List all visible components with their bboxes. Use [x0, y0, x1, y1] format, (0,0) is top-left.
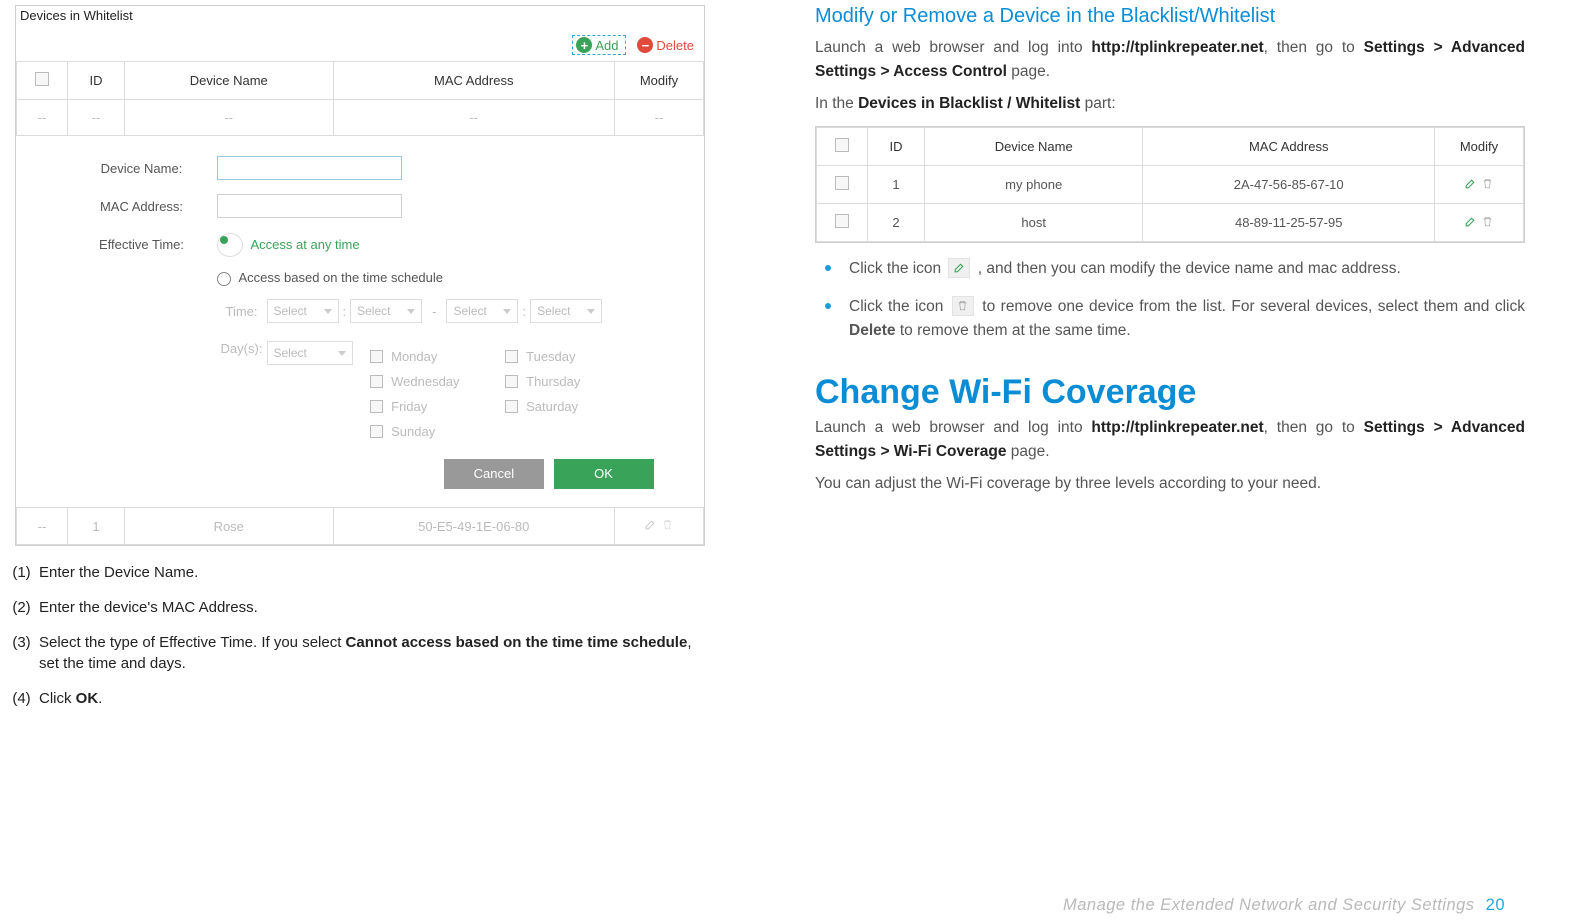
chk-tuesday[interactable] — [505, 350, 518, 363]
list-item: Click the icon , and then you can modify… — [849, 257, 1525, 281]
right-column: Modify or Remove a Device in the Blackli… — [815, 5, 1525, 915]
add-button[interactable]: + Add — [572, 35, 625, 55]
device-name-input[interactable] — [217, 156, 402, 180]
col-mac: MAC Address — [1143, 128, 1435, 166]
add-button-label: Add — [595, 38, 618, 53]
cancel-button[interactable]: Cancel — [444, 459, 544, 489]
step-4: Click OK. — [39, 688, 705, 709]
delete-button[interactable]: − Delete — [637, 37, 694, 53]
edit-icon[interactable] — [1464, 215, 1477, 228]
trash-icon — [952, 296, 974, 316]
trash-icon[interactable] — [1481, 177, 1494, 190]
whitelist-panel: Devices in Whitelist + Add − Delete ID D… — [15, 5, 705, 546]
table-row: 2 host 48-89-11-25-57-95 — [817, 204, 1524, 242]
device-list-table: ID Device Name MAC Address Modify 1 my p… — [816, 127, 1524, 242]
mac-address-label: MAC Address: — [67, 199, 217, 214]
chk-monday[interactable] — [370, 350, 383, 363]
chk-saturday[interactable] — [505, 400, 518, 413]
section-heading: Change Wi-Fi Coverage — [815, 373, 1525, 412]
ok-button[interactable]: OK — [554, 459, 654, 489]
step-2: Enter the device's MAC Address. — [39, 597, 705, 618]
time-label: Time: — [217, 304, 267, 319]
plus-icon: + — [576, 37, 592, 53]
step-3: Select the type of Effective Time. If yo… — [39, 632, 705, 674]
paragraph: You can adjust the Wi-Fi coverage by thr… — [815, 472, 1525, 496]
time-from-min[interactable]: Select — [350, 299, 422, 323]
radio-schedule-label: Access based on the time schedule — [239, 270, 444, 285]
col-mac: MAC Address — [333, 62, 615, 100]
chk-thursday[interactable] — [505, 375, 518, 388]
select-all-checkbox[interactable] — [35, 72, 49, 86]
paragraph: Launch a web browser and log into http:/… — [815, 416, 1525, 464]
col-modify: Modify — [1435, 128, 1524, 166]
days-select[interactable]: Select — [267, 341, 353, 365]
col-id: ID — [868, 128, 925, 166]
step-1: Enter the Device Name. — [39, 562, 705, 583]
add-device-form: Device Name: MAC Address: Effective Time… — [17, 136, 704, 507]
bullet-list: Click the icon , and then you can modify… — [815, 257, 1525, 343]
trash-icon[interactable] — [661, 518, 674, 531]
table-row: -- -- -- -- -- — [17, 100, 704, 136]
col-name: Device Name — [925, 128, 1143, 166]
table-row: -- 1 Rose 50-E5-49-1E-06-80 — [17, 508, 704, 545]
col-id: ID — [68, 62, 125, 100]
select-all-checkbox[interactable] — [835, 138, 849, 152]
time-to-min[interactable]: Select — [530, 299, 602, 323]
table-row: 1 my phone 2A-47-56-85-67-10 — [817, 166, 1524, 204]
time-from-hour[interactable]: Select — [267, 299, 339, 323]
radio-anytime[interactable] — [217, 233, 243, 257]
time-to-hour[interactable]: Select — [446, 299, 518, 323]
instruction-list: Enter the Device Name. Enter the device'… — [15, 562, 705, 709]
page-number: 20 — [1486, 896, 1505, 914]
row-checkbox[interactable] — [835, 214, 849, 228]
chk-wednesday[interactable] — [370, 375, 383, 388]
trash-icon[interactable] — [1481, 215, 1494, 228]
chk-friday[interactable] — [370, 400, 383, 413]
days-label: Day(s): — [217, 341, 267, 449]
paragraph: In the Devices in Blacklist / Whitelist … — [815, 92, 1525, 116]
device-name-label: Device Name: — [67, 161, 217, 176]
effective-time-label: Effective Time: — [67, 237, 217, 252]
section-heading: Modify or Remove a Device in the Blackli… — [815, 5, 1525, 28]
edit-icon[interactable] — [1464, 177, 1477, 190]
delete-button-label: Delete — [656, 38, 694, 53]
radio-schedule[interactable] — [217, 272, 231, 286]
list-item: Click the icon to remove one device from… — [849, 295, 1525, 343]
chk-sunday[interactable] — [370, 425, 383, 438]
page-footer: Manage the Extended Network and Security… — [1063, 896, 1505, 915]
col-modify: Modify — [615, 62, 704, 100]
radio-anytime-label: Access at any time — [251, 237, 360, 252]
minus-icon: − — [637, 37, 653, 53]
edit-icon — [948, 258, 970, 278]
paragraph: Launch a web browser and log into http:/… — [815, 36, 1525, 84]
edit-icon[interactable] — [644, 518, 657, 531]
mac-address-input[interactable] — [217, 194, 402, 218]
col-name: Device Name — [125, 62, 334, 100]
panel-title: Devices in Whitelist — [16, 6, 704, 27]
device-table-panel: ID Device Name MAC Address Modify 1 my p… — [815, 126, 1525, 243]
row-checkbox[interactable] — [835, 176, 849, 190]
left-column: Devices in Whitelist + Add − Delete ID D… — [15, 5, 705, 915]
whitelist-table: ID Device Name MAC Address Modify -- -- … — [16, 61, 704, 545]
